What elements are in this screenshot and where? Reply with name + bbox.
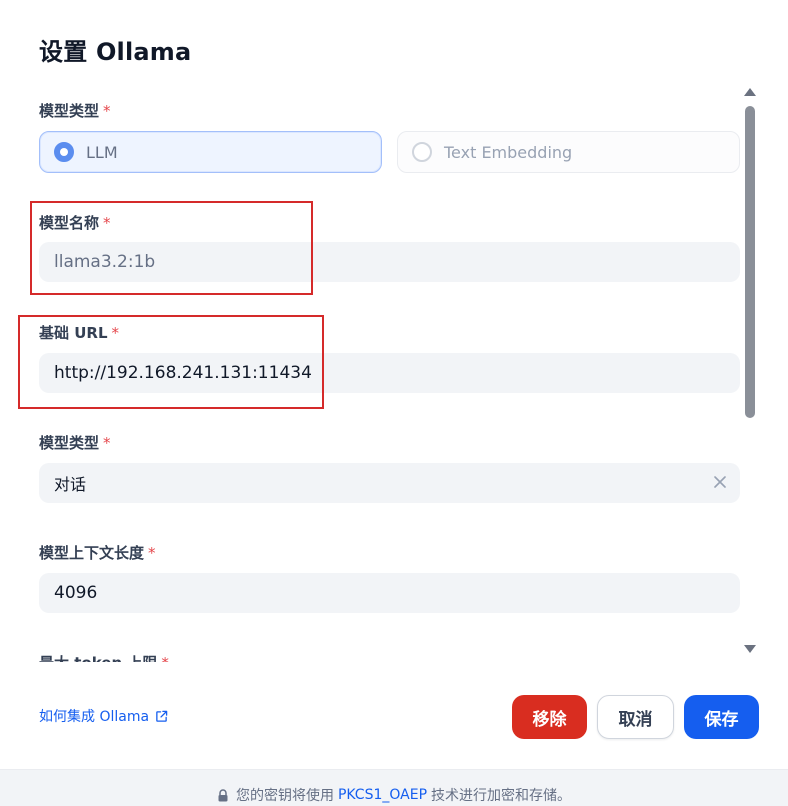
context-length-label: 模型上下文长度 * [39, 542, 156, 563]
completion-mode-label-text: 模型类型 [39, 434, 100, 452]
highlight-box-base-url [18, 315, 324, 409]
required-mark: * [161, 654, 169, 662]
context-length-label-text: 模型上下文长度 [39, 544, 145, 562]
help-link[interactable]: 如何集成 Ollama [39, 706, 168, 726]
help-link-text[interactable]: 如何集成 Ollama [39, 706, 149, 726]
highlight-box-model-name [30, 201, 313, 295]
scroll-down-arrow-icon[interactable] [744, 645, 756, 653]
completion-mode-select[interactable]: 对话 [39, 463, 740, 503]
model-type-label-text: 模型类型 [39, 102, 100, 120]
context-length-input[interactable]: 4096 [39, 573, 740, 613]
radio-option-label: LLM [86, 142, 118, 162]
notice-text-after: 技术进行加密和存储。 [431, 788, 572, 804]
radio-option-label: Text Embedding [444, 142, 573, 162]
required-mark: * [103, 434, 111, 452]
close-icon[interactable] [714, 473, 726, 492]
remove-button[interactable]: 移除 [512, 695, 587, 739]
required-mark: * [148, 544, 156, 562]
context-length-value: 4096 [54, 583, 98, 603]
completion-mode-value: 对话 [54, 475, 87, 494]
save-button[interactable]: 保存 [684, 695, 759, 739]
external-link-icon [156, 710, 168, 722]
radio-unchecked-icon [412, 142, 432, 162]
scrollbar-thumb[interactable] [745, 106, 755, 418]
lock-icon [218, 788, 228, 801]
max-tokens-label-text: 最大 token 上限 [39, 654, 157, 662]
notice-text-before: 您的密钥将使用 [235, 788, 334, 804]
required-mark: * [103, 102, 111, 120]
notice-accent-text: PKCS1_OAEP [337, 787, 428, 803]
model-type-label: 模型类型 * [39, 100, 111, 121]
encryption-notice: 您的密钥将使用 PKCS1_OAEP 技术进行加密和存储。 [0, 769, 788, 806]
scroll-up-arrow-icon[interactable] [744, 88, 756, 96]
max-tokens-label: 最大 token 上限 * [39, 652, 169, 662]
cancel-button[interactable]: 取消 [597, 695, 674, 739]
radio-option-text-embedding[interactable]: Text Embedding [397, 131, 740, 173]
completion-mode-label: 模型类型 * [39, 432, 111, 453]
radio-checked-icon [54, 142, 74, 162]
radio-option-llm[interactable]: LLM [39, 131, 382, 173]
dialog-title: 设置 Ollama [39, 38, 192, 66]
